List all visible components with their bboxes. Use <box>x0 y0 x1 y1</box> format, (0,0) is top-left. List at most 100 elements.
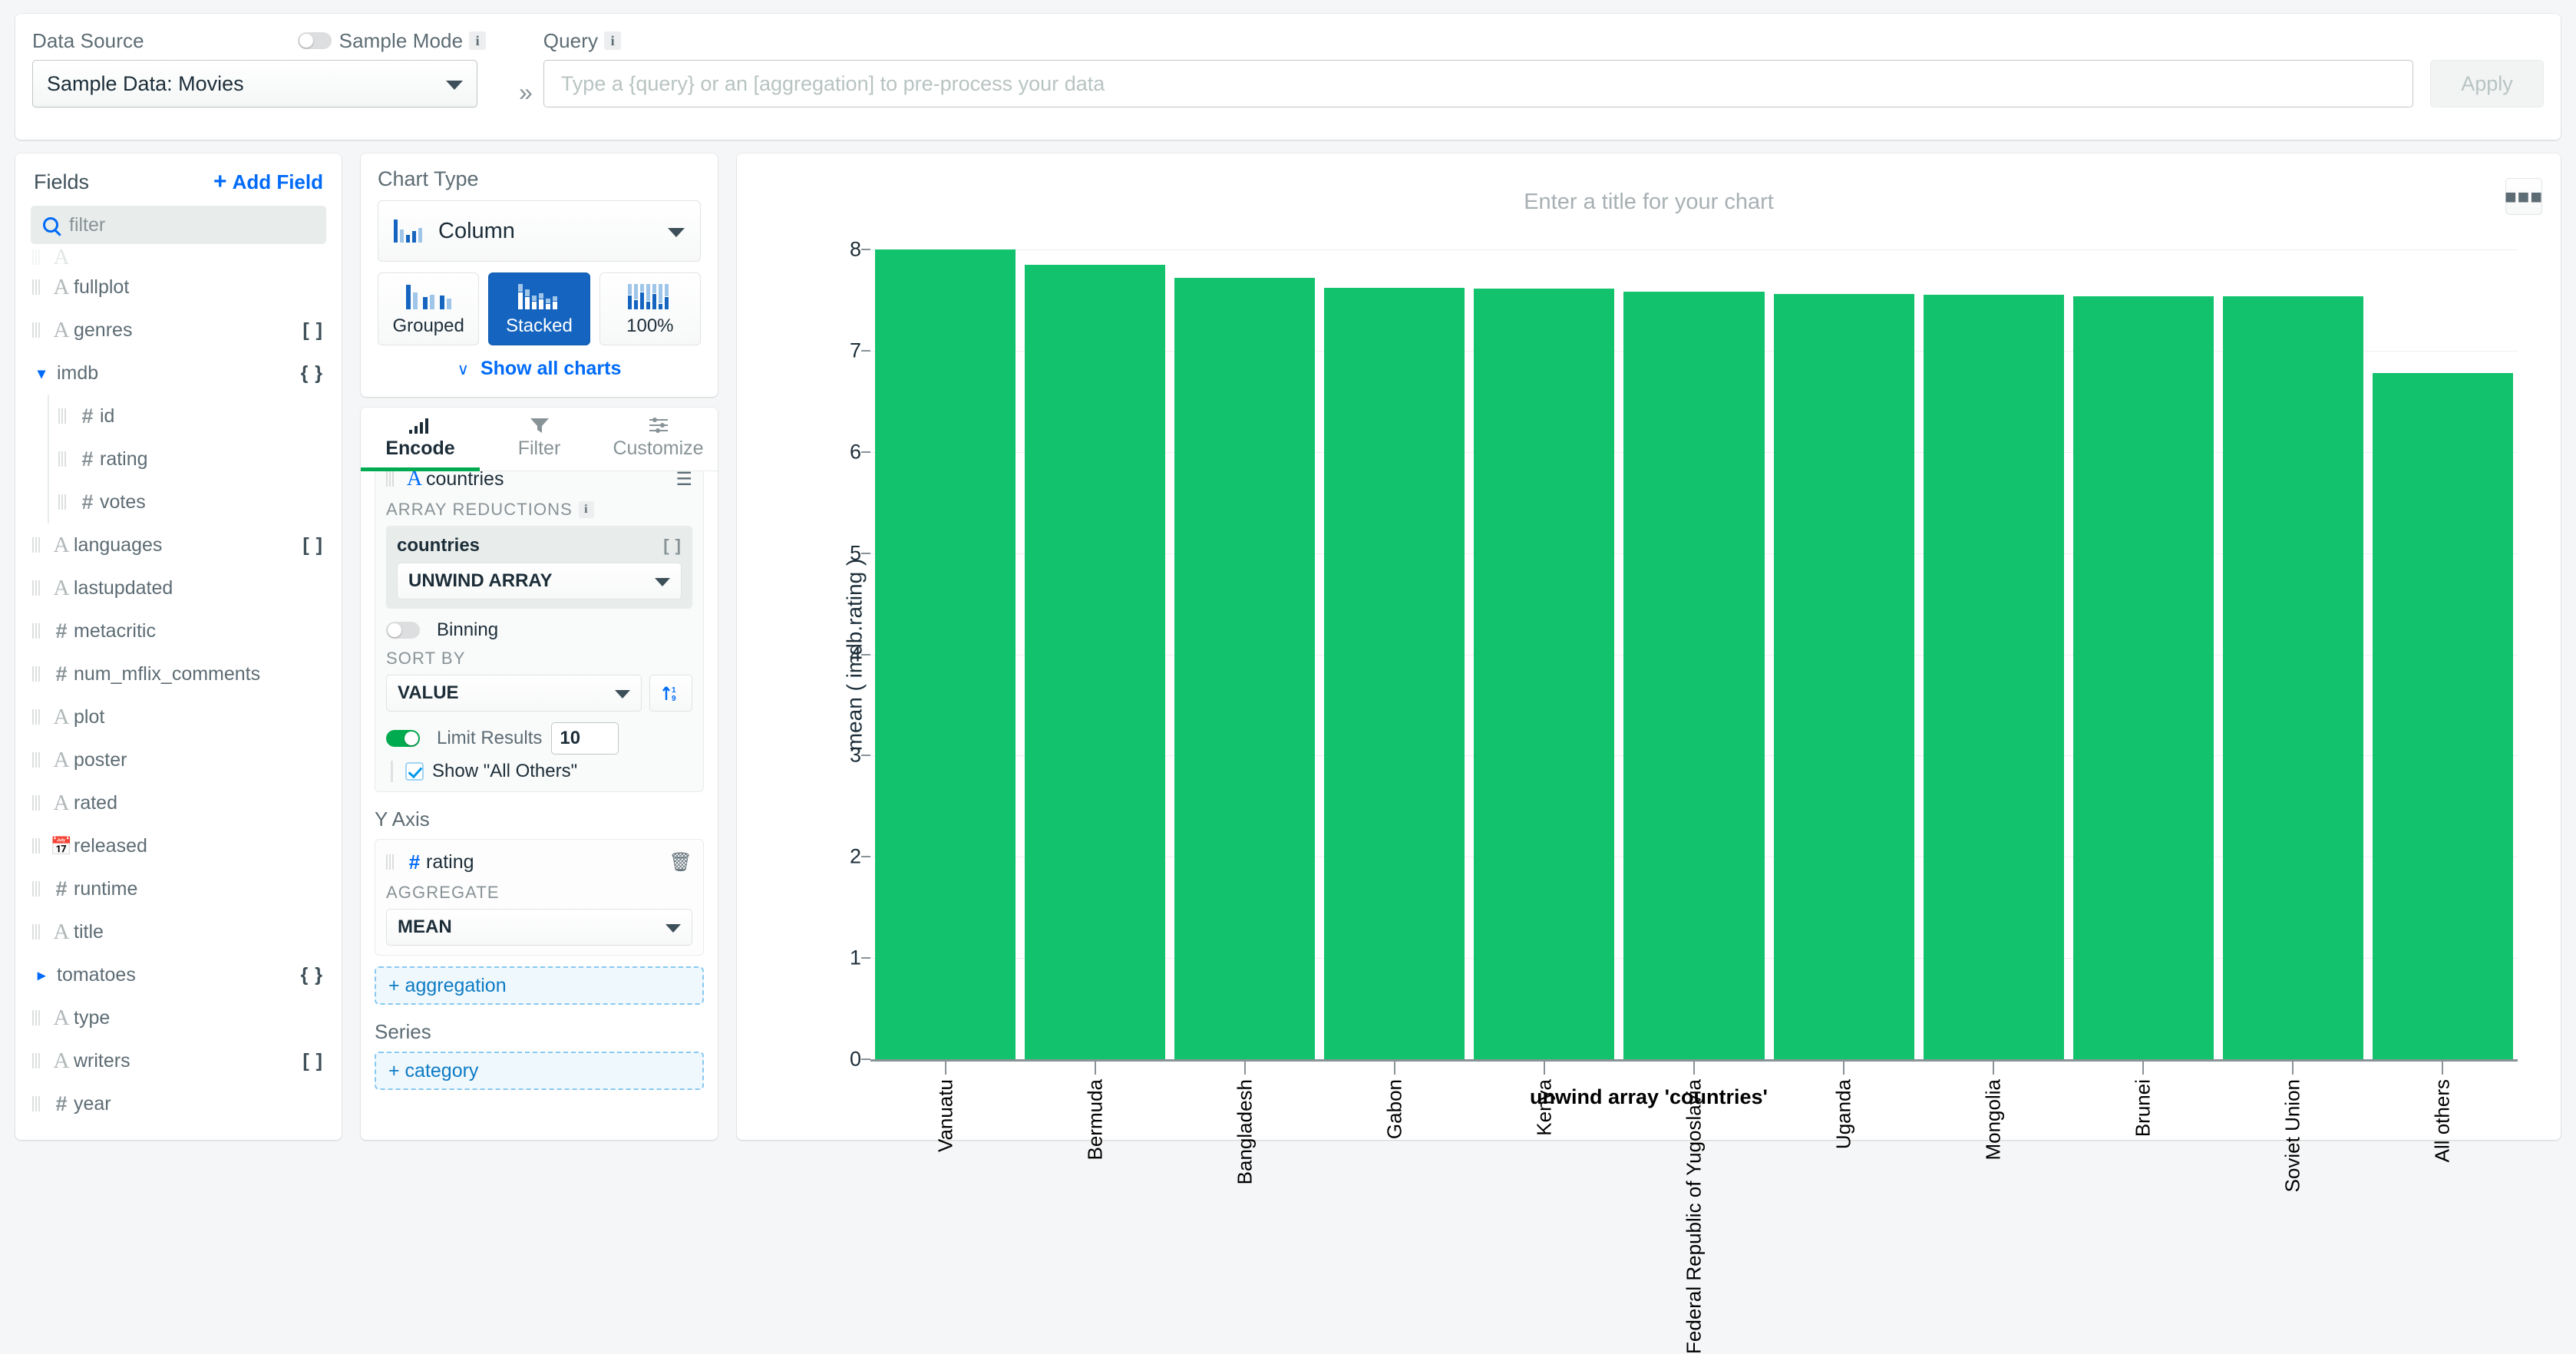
field-row[interactable]: # rating <box>15 438 342 481</box>
variant-100-percent[interactable]: 100% <box>599 272 701 345</box>
drag-handle-icon[interactable] <box>32 1010 41 1025</box>
bar[interactable] <box>1025 264 1166 1059</box>
field-row[interactable]: Atitle <box>15 910 342 953</box>
show-all-others-row[interactable]: Show "All Others" <box>391 761 692 782</box>
bar[interactable] <box>2372 372 2514 1059</box>
add-aggregation-button[interactable]: + aggregation <box>375 966 704 1005</box>
y-axis-field-row[interactable]: # rating 🗑 <box>386 849 692 875</box>
field-row[interactable]: 📅 released <box>15 824 342 867</box>
sort-by-select[interactable]: VALUE <box>386 675 642 712</box>
expander-right-icon[interactable]: ▸ <box>32 966 51 985</box>
field-row[interactable]: A <box>15 249 342 266</box>
collapse-chevron-icon[interactable]: » <box>519 61 533 107</box>
field-row[interactable]: Alastupdated <box>15 566 342 609</box>
drag-handle-icon[interactable] <box>32 924 41 940</box>
drag-handle-icon[interactable] <box>58 494 67 510</box>
field-row[interactable]: Awriters [ ] <box>15 1039 342 1082</box>
y-axis-tick-label: 0 <box>849 1047 861 1071</box>
field-row[interactable]: # year <box>15 1082 342 1125</box>
chart-type-select[interactable]: Column <box>378 200 701 262</box>
apply-button[interactable]: Apply <box>2430 60 2544 107</box>
bar[interactable] <box>875 249 1016 1059</box>
bar[interactable] <box>1174 277 1316 1059</box>
x-axis-tick-mark <box>1243 1059 1246 1075</box>
aggregate-select[interactable]: MEAN <box>386 909 692 946</box>
sort-direction-button[interactable]: 1 9 <box>649 675 692 712</box>
drag-handle-icon[interactable] <box>32 537 41 553</box>
drag-handle-icon[interactable] <box>32 249 41 265</box>
bar[interactable] <box>1923 295 2064 1059</box>
add-category-button[interactable]: + category <box>375 1052 704 1090</box>
tab-customize[interactable]: Customize <box>599 408 718 471</box>
drag-handle-icon[interactable] <box>32 1096 41 1111</box>
drag-handle-icon[interactable] <box>58 408 67 424</box>
expander-down-icon[interactable]: ▾ <box>32 364 51 383</box>
field-row[interactable]: Arated <box>15 781 342 824</box>
limit-results-input[interactable]: 10 <box>551 722 619 755</box>
show-all-charts-button[interactable]: ∨ Show all charts <box>378 358 701 380</box>
drag-handle-icon[interactable] <box>386 471 395 487</box>
variant-stacked[interactable]: Stacked <box>488 272 590 345</box>
bar[interactable] <box>1474 289 1615 1059</box>
drag-handle-icon[interactable] <box>32 322 41 338</box>
data-source-select[interactable]: Sample Data: Movies <box>32 60 477 107</box>
bar[interactable] <box>1623 292 1765 1059</box>
field-row[interactable]: ▸ tomatoes { } <box>15 953 342 996</box>
x-axis-tick-mark <box>1094 1059 1096 1075</box>
variant-grouped[interactable]: Grouped <box>378 272 480 345</box>
drag-handle-icon[interactable] <box>58 451 67 467</box>
tab-encode[interactable]: Encode <box>361 408 480 471</box>
drag-handle-icon[interactable] <box>386 854 395 870</box>
add-field-button[interactable]: + Add Field <box>213 169 323 195</box>
field-row[interactable]: # votes <box>15 481 342 523</box>
field-row[interactable]: # runtime <box>15 867 342 910</box>
field-row[interactable]: Agenres [ ] <box>15 309 342 352</box>
drag-handle-icon[interactable] <box>32 709 41 725</box>
drag-handle-icon[interactable] <box>32 1053 41 1068</box>
field-filter-input[interactable]: filter <box>31 206 326 244</box>
query-input[interactable]: Type a {query} or an [aggregation] to pr… <box>543 60 2413 107</box>
tab-filter[interactable]: Filter <box>480 408 599 471</box>
bar-chart-icon <box>408 418 428 434</box>
data-source-header: Data Source Sample Mode i <box>32 28 508 54</box>
field-row[interactable]: Aplot <box>15 695 342 738</box>
drag-handle-icon[interactable] <box>32 795 41 811</box>
bar[interactable] <box>2072 296 2214 1059</box>
query-info-icon[interactable]: i <box>604 31 622 50</box>
string-icon: A <box>53 575 70 600</box>
field-row[interactable]: Afullplot <box>15 266 342 309</box>
field-row[interactable]: Aposter <box>15 738 342 781</box>
drag-handle-icon[interactable] <box>32 666 41 682</box>
field-row[interactable]: # metacritic <box>15 609 342 652</box>
checkbox-icon[interactable] <box>405 762 424 781</box>
bar[interactable] <box>1773 294 1914 1059</box>
field-row[interactable]: # num_mflix_comments <box>15 652 342 695</box>
binning-toggle[interactable] <box>386 622 420 639</box>
bar[interactable] <box>2222 296 2363 1059</box>
show-all-charts-label: Show all charts <box>480 358 622 379</box>
field-row[interactable]: # id <box>15 395 342 438</box>
drag-handle-icon[interactable] <box>32 838 41 854</box>
drag-handle-icon[interactable] <box>32 752 41 768</box>
drag-handle-icon[interactable] <box>32 580 41 596</box>
sample-mode-toggle[interactable] <box>297 32 332 49</box>
field-row[interactable]: Alanguages [ ] <box>15 523 342 566</box>
trash-icon[interactable]: 🗑 <box>669 851 692 873</box>
limit-results-toggle[interactable] <box>386 730 420 747</box>
chart-title-input[interactable]: Enter a title for your chart <box>737 190 2561 215</box>
field-name: imdb <box>57 362 99 384</box>
sample-mode-info-icon[interactable]: i <box>469 31 487 50</box>
chart-menu-button[interactable]: ■■■ <box>2505 178 2542 215</box>
number-icon: # <box>81 490 94 514</box>
number-icon: # <box>408 850 421 873</box>
reduction-type-select[interactable]: UNWIND ARRAY <box>397 563 682 599</box>
bar[interactable] <box>1324 288 1465 1059</box>
x-axis-menu-icon[interactable]: ☰ <box>675 471 692 490</box>
drag-handle-icon[interactable] <box>32 623 41 639</box>
field-row[interactable]: Atype <box>15 996 342 1039</box>
drag-handle-icon[interactable] <box>32 881 41 897</box>
array-reductions-info-icon[interactable]: i <box>578 501 594 518</box>
field-row[interactable]: ▾ imdb { } <box>15 352 342 395</box>
x-axis-field-row[interactable]: A countries ☰ <box>386 471 692 492</box>
drag-handle-icon[interactable] <box>32 279 41 295</box>
